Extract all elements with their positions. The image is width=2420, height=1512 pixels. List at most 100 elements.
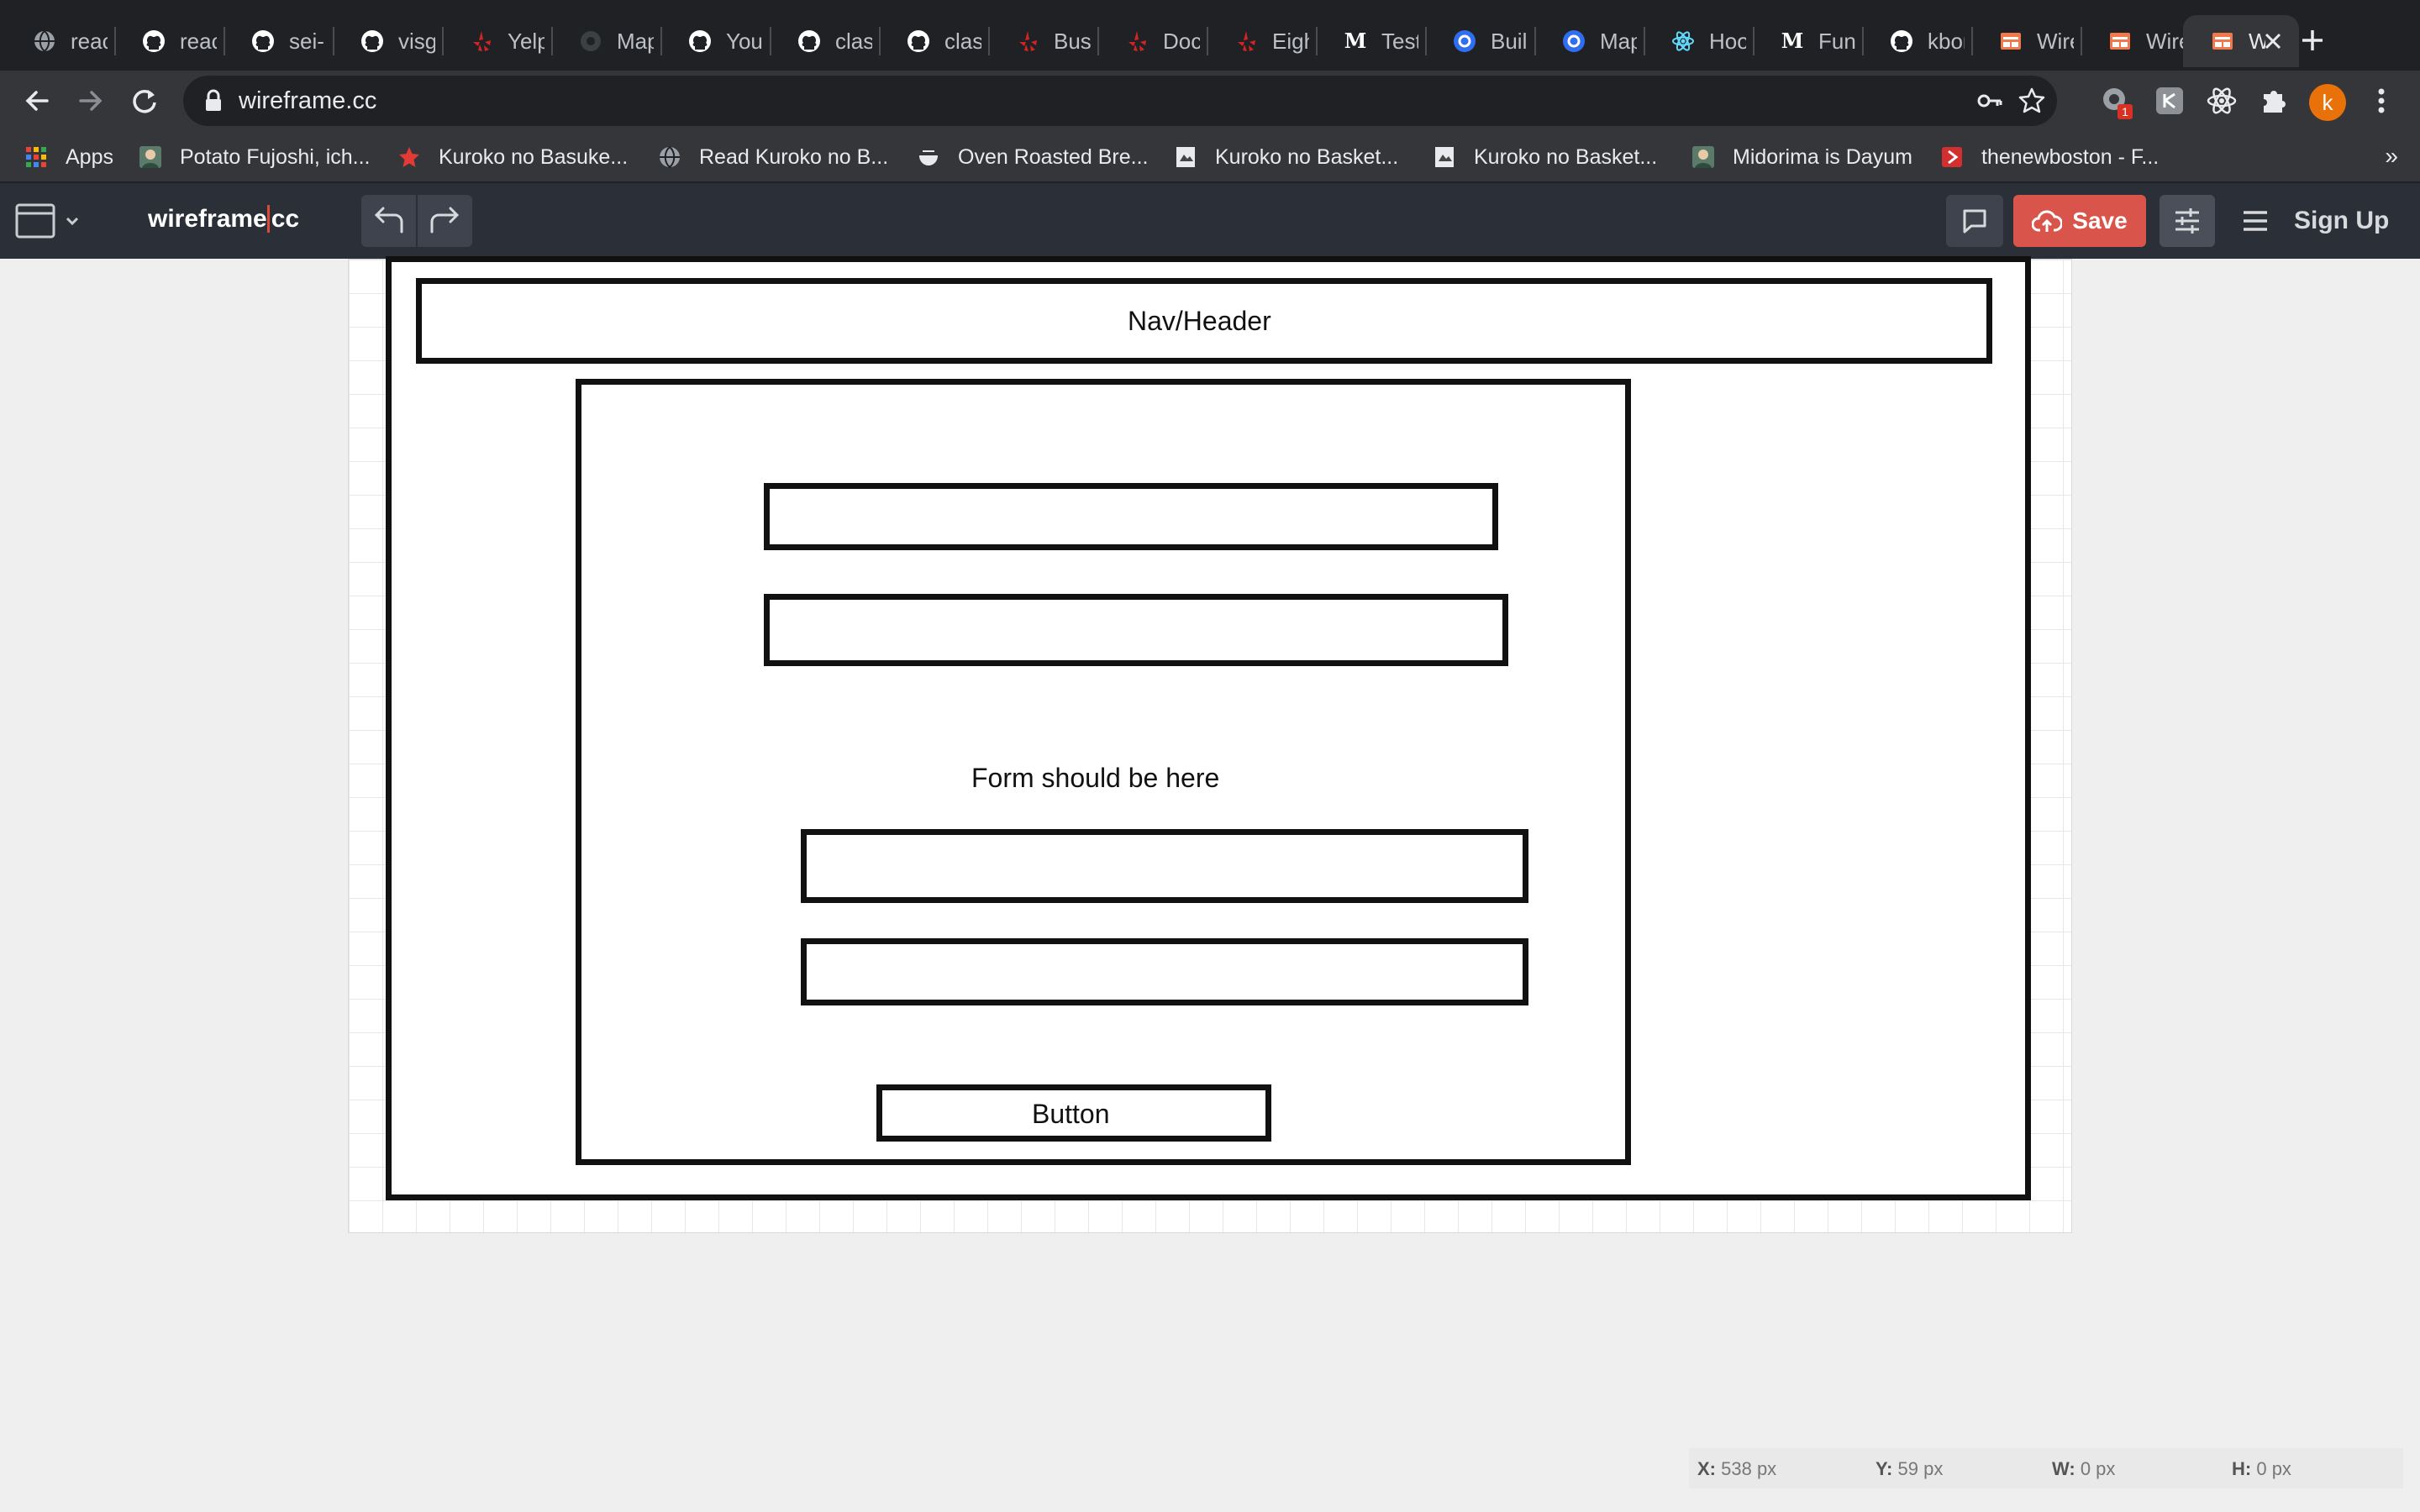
- form-placeholder-label: Form should be here: [971, 763, 1220, 793]
- github-icon: [687, 29, 713, 54]
- puzzle-extensions-icon[interactable]: [2255, 82, 2292, 119]
- bookmark-item[interactable]: Kuroko no Basket...: [1173, 143, 1398, 171]
- github-icon: [797, 29, 822, 54]
- wireframe-canvas[interactable]: Nav/Header Form should be here Button: [348, 256, 2072, 1233]
- browser-tab[interactable]: Eigh: [1207, 15, 1316, 67]
- undo-icon[interactable]: [374, 207, 403, 234]
- settings-sliders-button[interactable]: [2160, 195, 2215, 247]
- browser-tab-active[interactable]: W: [2183, 15, 2299, 67]
- wireframe-icon: [2107, 29, 2133, 54]
- cloud-upload-icon: [2032, 210, 2063, 232]
- hamburger-icon: [2244, 211, 2267, 231]
- bowl-icon: [916, 144, 941, 170]
- url-text[interactable]: wireframe.cc: [239, 87, 376, 115]
- browser-tab[interactable]: kbor: [1862, 15, 1971, 67]
- wireframe-app-bar: wireframe cc Save Sign Up: [0, 183, 2420, 259]
- close-tab-icon[interactable]: [2262, 30, 2284, 52]
- star-icon: [397, 144, 422, 170]
- coordinates-status-bar: X: 538 px Y: 59 px W: 0 px H: 0 px: [1689, 1448, 2403, 1488]
- redo-icon[interactable]: [430, 207, 460, 234]
- x-coordinate: X: 538 px: [1697, 1458, 1777, 1479]
- wireframe-input-4[interactable]: [801, 938, 1528, 1005]
- tab-title: Your: [726, 28, 763, 54]
- blue-circle-icon: [1452, 29, 1477, 54]
- browser-tab[interactable]: clas: [770, 15, 879, 67]
- bookmark-star-icon[interactable]: [2017, 86, 2047, 116]
- browser-tab[interactable]: sei-: [224, 15, 333, 67]
- svg-text:M: M: [1781, 29, 1804, 53]
- bookmark-label: Midorima is Dayum: [1733, 144, 1912, 169]
- extension-badge: 1: [2122, 105, 2128, 118]
- lock-icon[interactable]: [198, 86, 229, 116]
- kebab-menu-icon[interactable]: [2363, 82, 2400, 119]
- play-icon: [1939, 144, 1965, 170]
- bookmark-item[interactable]: Oven Roasted Bre...: [916, 143, 1149, 171]
- new-tab-icon[interactable]: [2294, 22, 2331, 59]
- bookmark-item[interactable]: thenewboston - F...: [1939, 143, 2159, 171]
- sign-up-link[interactable]: Sign Up: [2294, 207, 2389, 235]
- bookmark-label: Oven Roasted Bre...: [958, 144, 1149, 169]
- extension-square-icon[interactable]: [2151, 82, 2188, 119]
- comment-button[interactable]: [1946, 195, 2003, 247]
- medium-icon: M: [1780, 29, 1805, 54]
- browser-tab[interactable]: Buil: [1425, 15, 1534, 67]
- logo-main: wireframe: [148, 205, 267, 233]
- browser-tab[interactable]: M Func: [1753, 15, 1862, 67]
- bookmark-label: Kuroko no Basket...: [1474, 144, 1658, 169]
- hamburger-menu-button[interactable]: [2237, 195, 2274, 247]
- tab-title: sei-: [289, 28, 324, 54]
- apps-grid-icon: [24, 144, 49, 170]
- undo-redo-group: [361, 195, 472, 247]
- bookmark-item[interactable]: Read Kuroko no B...: [657, 143, 888, 171]
- tab-title: Wire: [2146, 28, 2183, 54]
- browser-tab[interactable]: Yelp: [442, 15, 551, 67]
- browser-tab[interactable]: clas: [879, 15, 988, 67]
- address-bar[interactable]: wireframe.cc: [183, 76, 2057, 126]
- wireframe-logo[interactable]: wireframe cc: [148, 205, 300, 234]
- save-button[interactable]: Save: [2013, 195, 2146, 247]
- wireframe-input-1[interactable]: [764, 483, 1498, 550]
- yelp-icon: [469, 29, 494, 54]
- wireframe-input-3[interactable]: [801, 829, 1528, 903]
- bookmarks-bar: » Apps Potato Fujoshi, ich... Kuroko no …: [0, 131, 2420, 183]
- reload-icon[interactable]: [126, 82, 163, 119]
- browser-tab[interactable]: Doc: [1097, 15, 1207, 67]
- tab-title: Yelp: [508, 28, 544, 54]
- browser-tab[interactable]: reac: [5, 15, 114, 67]
- wireframe-nav-header[interactable]: Nav/Header: [416, 278, 1992, 364]
- forward-icon[interactable]: [72, 82, 109, 119]
- browser-tab[interactable]: Wire: [2081, 15, 2190, 67]
- yelp-icon: [1015, 29, 1040, 54]
- bookmark-item[interactable]: Kuroko no Basket...: [1432, 143, 1657, 171]
- browser-tab[interactable]: Busi: [988, 15, 1097, 67]
- key-icon[interactable]: [1975, 86, 2005, 116]
- react-devtools-icon[interactable]: [2203, 82, 2240, 119]
- tab-title: Map: [617, 28, 654, 54]
- wireframe-button[interactable]: Button: [876, 1084, 1271, 1142]
- back-icon[interactable]: [18, 82, 55, 119]
- browser-tab[interactable]: reac: [114, 15, 224, 67]
- bookmark-label: Apps: [66, 144, 113, 169]
- tab-title: reac: [71, 28, 108, 54]
- bookmark-item[interactable]: Potato Fujoshi, ich...: [138, 143, 371, 171]
- logo-suffix: cc: [266, 205, 300, 233]
- more-bookmarks-icon[interactable]: »: [2385, 143, 2398, 170]
- y-coordinate: Y: 59 px: [1876, 1458, 1944, 1479]
- browser-tab[interactable]: Hoo: [1644, 15, 1753, 67]
- browser-tab[interactable]: M Test: [1316, 15, 1425, 67]
- browser-tab[interactable]: Map: [1534, 15, 1644, 67]
- yelp-icon: [1234, 29, 1259, 54]
- page-menu-button[interactable]: [12, 195, 82, 247]
- browser-tab[interactable]: Map: [551, 15, 660, 67]
- bookmark-item[interactable]: Midorima is Dayum: [1691, 143, 1912, 171]
- medium-icon: M: [1343, 29, 1368, 54]
- page-icon: [1173, 144, 1198, 170]
- browser-tab[interactable]: Your: [660, 15, 770, 67]
- wireframe-input-2[interactable]: [764, 594, 1508, 666]
- bookmark-item[interactable]: Apps: [24, 143, 113, 171]
- profile-avatar[interactable]: k: [2309, 84, 2346, 121]
- browser-tab[interactable]: visg: [333, 15, 442, 67]
- browser-tab[interactable]: Wire: [1971, 15, 2081, 67]
- bookmark-item[interactable]: Kuroko no Basuke...: [397, 143, 628, 171]
- extension-circle-icon[interactable]: 1: [2097, 82, 2134, 119]
